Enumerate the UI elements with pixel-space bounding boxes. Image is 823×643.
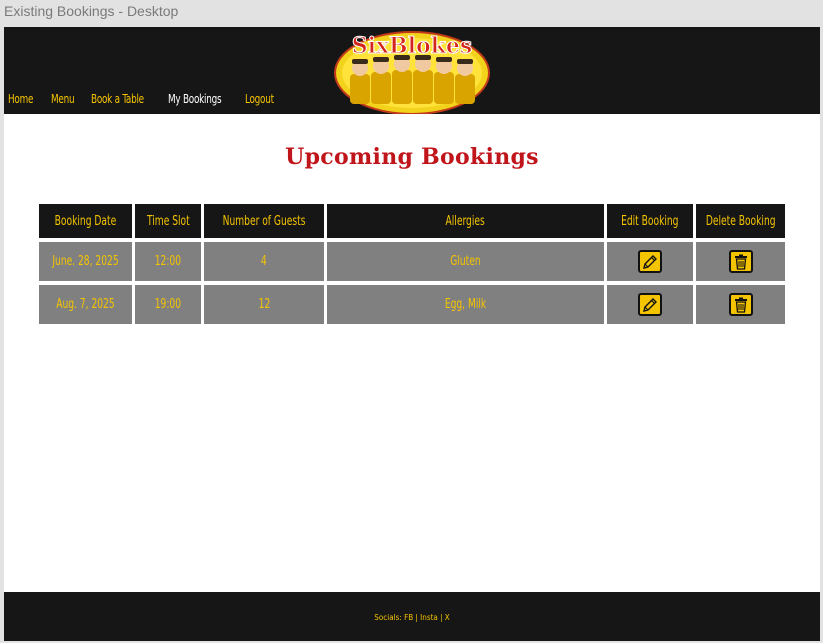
window-title: Existing Bookings - Desktop: [4, 3, 179, 19]
cell-edit: [607, 285, 693, 324]
col-number-of-guests: Number of Guests: [204, 204, 324, 238]
col-edit-booking: Edit Booking: [607, 204, 693, 238]
nav-menu[interactable]: Menu: [51, 92, 75, 106]
pencil-icon: [643, 298, 657, 312]
edit-booking-button[interactable]: [638, 293, 662, 316]
main-nav: Home Menu Book a Table My Bookings Logou…: [8, 92, 292, 106]
nav-my-bookings[interactable]: My Bookings: [168, 92, 222, 106]
cell-delete: [696, 285, 786, 324]
trash-icon: [734, 297, 747, 313]
table-header-row: Booking Date Time Slot Number of Guests …: [39, 204, 786, 238]
six-blokes-logo-icon: SixBlokes: [334, 31, 490, 115]
col-time-slot: Time Slot: [135, 204, 201, 238]
cell-allergies: Egg, Milk: [327, 285, 604, 324]
delete-booking-button[interactable]: [728, 250, 753, 273]
cell-edit: [607, 242, 693, 281]
col-allergies: Allergies: [327, 204, 604, 238]
pencil-icon: [643, 255, 657, 269]
site-footer: Socials: FB | Insta | X: [4, 592, 820, 641]
cell-guests: 4: [204, 242, 324, 281]
cell-booking-date: June. 28, 2025: [39, 242, 132, 281]
delete-booking-button[interactable]: [728, 293, 753, 316]
nav-logout[interactable]: Logout: [245, 92, 274, 106]
page-title: Upcoming Bookings: [285, 144, 539, 170]
cell-delete: [696, 242, 786, 281]
cell-guests: 12: [204, 285, 324, 324]
col-booking-date: Booking Date: [39, 204, 132, 238]
cell-time-slot: 19:00: [135, 285, 201, 324]
bookings-table: Booking Date Time Slot Number of Guests …: [36, 200, 788, 328]
edit-booking-button[interactable]: [638, 250, 662, 273]
cell-time-slot: 12:00: [135, 242, 201, 281]
table-row: Aug. 7, 2025 19:00 12 Egg, Milk: [39, 285, 786, 324]
site-logo[interactable]: SixBlokes: [334, 28, 490, 115]
col-delete-booking: Delete Booking: [696, 204, 786, 238]
nav-home[interactable]: Home: [8, 92, 33, 106]
site-header: Home Menu Book a Table My Bookings Logou…: [4, 27, 820, 115]
cell-allergies: Gluten: [327, 242, 604, 281]
footer-socials[interactable]: Socials: FB | Insta | X: [4, 613, 820, 622]
table-row: June. 28, 2025 12:00 4 Gluten: [39, 242, 786, 281]
page: Home Menu Book a Table My Bookings Logou…: [4, 27, 820, 641]
logo-text: SixBlokes: [352, 33, 473, 59]
nav-book-a-table[interactable]: Book a Table: [91, 92, 144, 106]
cell-booking-date: Aug. 7, 2025: [39, 285, 132, 324]
trash-icon: [734, 254, 747, 270]
